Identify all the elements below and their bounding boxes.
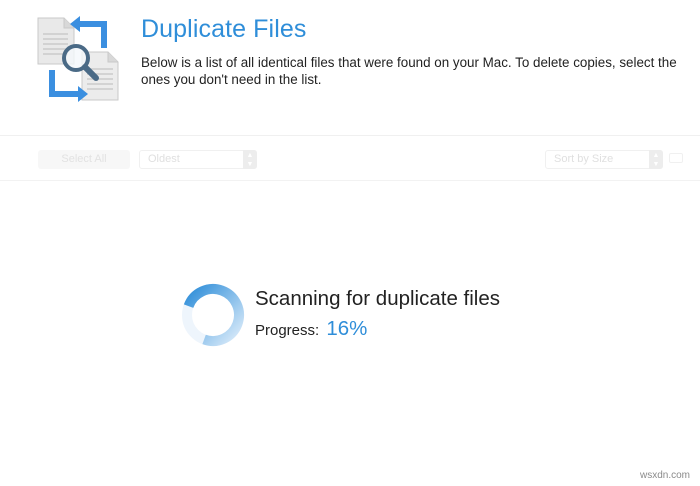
progress-label: Progress: <box>255 322 320 339</box>
page-title: Duplicate Files <box>141 15 307 43</box>
progress-line: Progress: 16% <box>255 317 367 341</box>
progress-value: 16% <box>326 317 368 340</box>
chevron-updown-icon: ▲ ▼ <box>649 150 663 169</box>
toolbar: Select All Oldest ▲ ▼ Sort by Size ▲ ▼ <box>0 137 700 181</box>
select-all-button[interactable]: Select All <box>38 150 130 169</box>
selection-rule-value: Oldest <box>148 153 180 165</box>
chevron-updown-icon: ▲ ▼ <box>243 150 257 169</box>
progress-spinner-icon <box>182 284 244 346</box>
watermark: wsxdn.com <box>640 470 691 481</box>
page-description: Below is a list of all identical files t… <box>141 55 677 87</box>
view-toggle-icon[interactable] <box>669 153 683 163</box>
duplicate-files-icon <box>37 16 119 102</box>
app-window: Duplicate Files Below is a list of all i… <box>0 0 700 486</box>
scan-status-title: Scanning for duplicate files <box>255 287 501 310</box>
sort-value: Sort by Size <box>554 153 614 165</box>
selection-rule-select[interactable]: Oldest ▲ ▼ <box>139 150 257 169</box>
header: Duplicate Files Below is a list of all i… <box>0 0 700 136</box>
sort-select[interactable]: Sort by Size ▲ ▼ <box>545 150 663 169</box>
